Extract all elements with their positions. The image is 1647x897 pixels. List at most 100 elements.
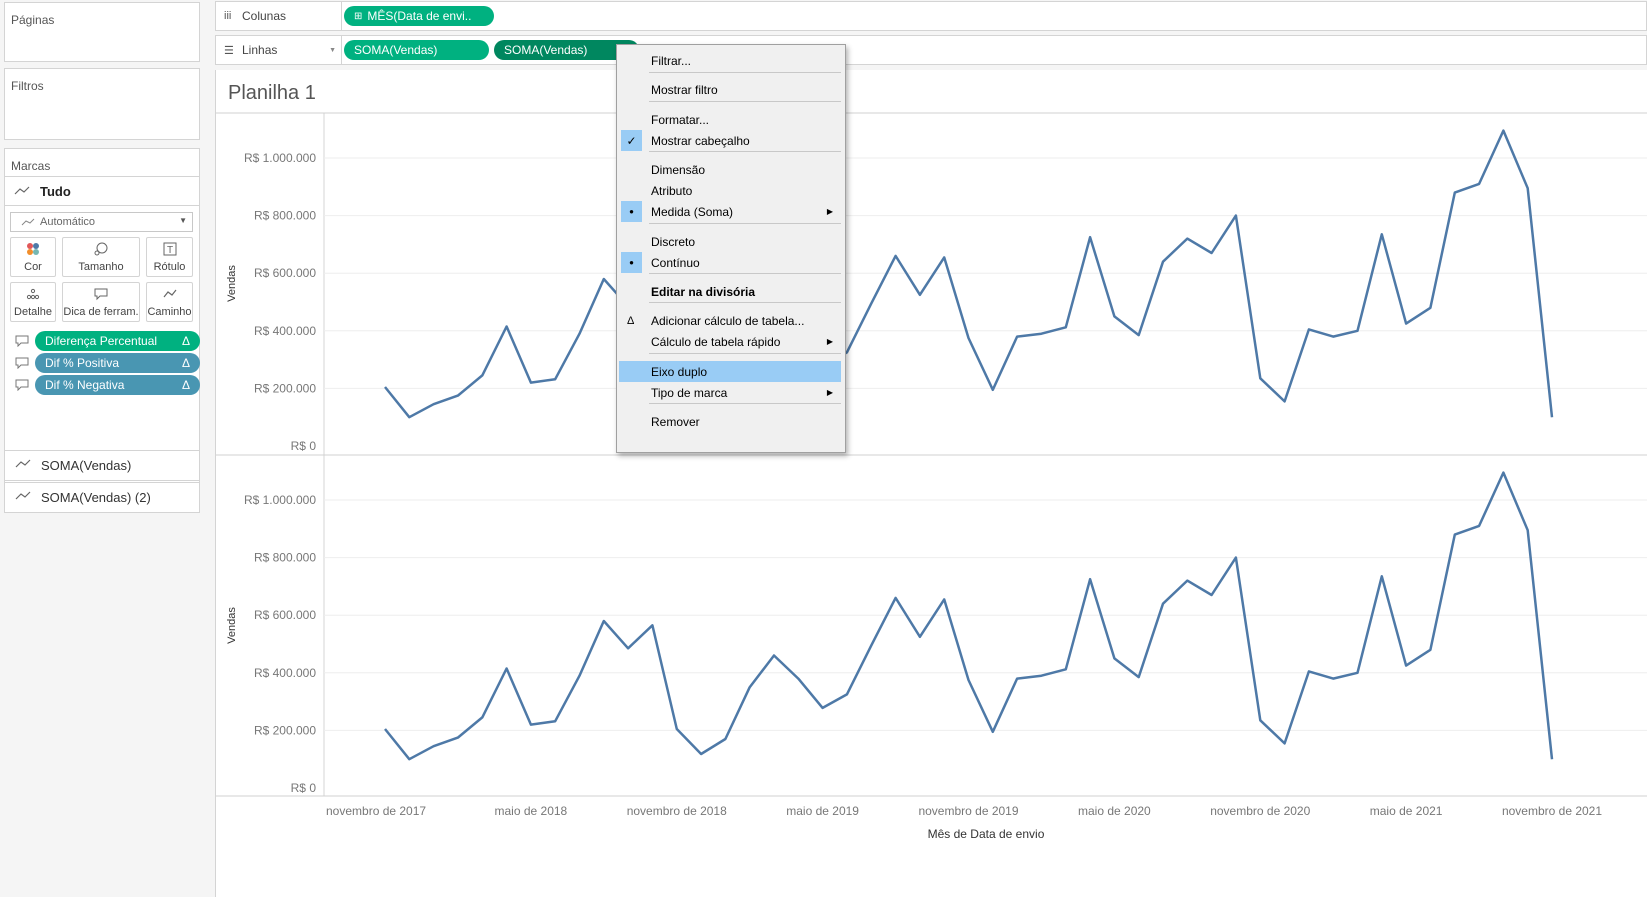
radio-dot-icon: ●: [621, 201, 642, 222]
menu-item[interactable]: ● Medida (Soma) ▶: [619, 201, 841, 222]
marks-all-card[interactable]: Tudo: [4, 176, 200, 206]
menu-separator: [649, 223, 841, 224]
menu-item-label: Mostrar cabeçalho: [651, 133, 750, 148]
y-axis-label: Vendas: [226, 607, 238, 644]
menu-separator: [649, 72, 841, 73]
checkmark-icon: ✓: [621, 130, 642, 151]
menu-separator: [649, 273, 841, 274]
rows-pill-1[interactable]: SOMA(Vendas): [344, 40, 489, 60]
color-button[interactable]: Cor: [10, 237, 56, 277]
submenu-arrow-icon: ▶: [826, 207, 833, 216]
marks-all-label: Tudo: [40, 183, 71, 199]
rows-pill-label: SOMA(Vendas): [504, 43, 588, 57]
mark-type-dropdown[interactable]: Automático ▼: [10, 212, 193, 232]
radio-dot-icon: ●: [621, 252, 642, 273]
y-tick-label: R$ 800.000: [254, 209, 316, 223]
size-button-label: Tamanho: [78, 261, 124, 273]
menu-item[interactable]: ● Contínuo: [619, 252, 841, 273]
menu-item[interactable]: Editar na divisória: [619, 281, 841, 302]
mark-pill[interactable]: Dif % Positiva Δ: [35, 353, 200, 373]
mark-pill-row[interactable]: Diferença Percentual Δ: [15, 331, 200, 351]
menu-item-label: Mostrar filtro: [651, 82, 718, 97]
tooltip-button[interactable]: Dica de ferram.: [62, 282, 140, 322]
measure-card-vendas[interactable]: SOMA(Vendas): [4, 450, 200, 481]
menu-item[interactable]: Tipo de marca ▶: [619, 382, 841, 403]
label-icon: T: [163, 242, 177, 258]
filters-title: Filtros: [11, 79, 44, 93]
line-mark-icon: [14, 186, 30, 195]
y-tick-label: R$ 1.000.000: [244, 493, 316, 507]
mark-pill[interactable]: Dif % Negativa Δ: [35, 375, 200, 395]
y-tick-label: R$ 200.000: [254, 381, 316, 395]
menu-item-label: Adicionar cálculo de tabela...: [651, 313, 805, 328]
menu-item[interactable]: Δ Adicionar cálculo de tabela...: [619, 310, 841, 331]
menu-item[interactable]: Dimensão: [619, 159, 841, 180]
series-line: [384, 471, 1554, 761]
x-tick-label: maio de 2021: [1370, 804, 1443, 818]
y-axis-label: Vendas: [226, 265, 238, 302]
columns-shelf[interactable]: iii Colunas ⊞ MÊS(Data de envi..: [215, 1, 1647, 31]
rows-shelf[interactable]: ☰ Linhas ▼ SOMA(Vendas) SOMA(Vendas): [215, 35, 1647, 65]
line-chart[interactable]: R$ 0 R$ 200.000 R$ 400.000 R$ 600.000 R$ 800…: [216, 70, 1647, 897]
menu-separator: [649, 151, 841, 152]
tooltip-icon: [15, 334, 29, 350]
worksheet-view[interactable]: Planilha 1 R$ 0 R$ 200.000 R$ 400.000 R$ 60…: [215, 70, 1647, 897]
path-button[interactable]: Caminho: [146, 282, 193, 322]
menu-item-label: Discreto: [651, 234, 696, 249]
pages-title: Páginas: [11, 13, 55, 27]
menu-item[interactable]: Atributo: [619, 180, 841, 201]
menu-separator: [649, 403, 841, 404]
submenu-arrow-icon: ▶: [826, 388, 833, 397]
line-mark-icon: [21, 218, 35, 225]
tooltip-button-label: Dica de ferram.: [63, 306, 139, 318]
menu-item[interactable]: ✓ Mostrar cabeçalho: [619, 130, 841, 151]
mark-type-value: Automático: [40, 216, 96, 228]
mark-pill-row[interactable]: Dif % Negativa Δ: [15, 375, 200, 395]
context-menu: Filtrar... Mostrar filtro Formatar... ✓ Most…: [616, 44, 846, 453]
menu-item-label: Cálculo de tabela rápido: [651, 334, 781, 349]
size-icon: [94, 242, 108, 258]
measure-card-label: SOMA(Vendas) (2): [41, 490, 151, 505]
delta-icon: Δ: [627, 314, 635, 327]
detail-icon: [26, 287, 40, 303]
mark-pill-row[interactable]: Dif % Positiva Δ: [15, 353, 200, 373]
menu-item-label: Contínuo: [651, 255, 700, 270]
menu-item-label: Dimensão: [651, 162, 706, 177]
menu-item-label: Formatar...: [651, 112, 710, 127]
menu-item[interactable]: Discreto: [619, 231, 841, 252]
chevron-down-icon: ▼: [179, 216, 187, 225]
mark-pill-label: Dif % Negativa: [45, 378, 125, 392]
menu-item[interactable]: Formatar...: [619, 109, 841, 130]
marks-title: Marcas: [11, 159, 51, 173]
menu-separator: [649, 353, 841, 354]
expand-icon: ⊞: [354, 10, 363, 22]
chevron-down-icon: ▼: [329, 46, 336, 54]
label-button[interactable]: T Rótulo: [146, 237, 193, 277]
y-tick-label: R$ 0: [291, 781, 317, 795]
rows-pill-label: SOMA(Vendas): [354, 43, 438, 57]
line-mark-icon: [15, 459, 31, 472]
columns-icon: iii: [224, 10, 232, 22]
columns-label: Colunas: [242, 9, 287, 23]
columns-pill-label: MÊS(Data de envi..: [367, 9, 472, 23]
submenu-arrow-icon: ▶: [826, 337, 833, 346]
rows-label: Linhas: [242, 43, 278, 57]
svg-text:T: T: [166, 245, 172, 256]
menu-item[interactable]: Filtrar...: [619, 50, 841, 71]
menu-item[interactable]: Remover: [619, 411, 841, 432]
menu-item-label: Eixo duplo: [651, 364, 708, 379]
detail-button[interactable]: Detalhe: [10, 282, 56, 322]
pages-panel[interactable]: Páginas: [4, 2, 200, 62]
y-tick-label: R$ 1.000.000: [244, 151, 316, 165]
menu-item[interactable]: Cálculo de tabela rápido ▶: [619, 331, 841, 352]
mark-pill-label: Dif % Positiva: [45, 356, 120, 370]
size-button[interactable]: Tamanho: [62, 237, 140, 277]
filters-panel[interactable]: Filtros: [4, 68, 200, 140]
menu-item[interactable]: Mostrar filtro: [619, 79, 841, 100]
mark-pill[interactable]: Diferença Percentual Δ: [35, 331, 200, 351]
columns-pill[interactable]: ⊞ MÊS(Data de envi..: [344, 6, 494, 26]
measure-card-vendas-2[interactable]: SOMA(Vendas) (2): [4, 482, 200, 513]
menu-item[interactable]: Eixo duplo: [619, 361, 841, 382]
x-tick-label: novembro de 2017: [326, 804, 426, 818]
menu-item-label: Atributo: [651, 183, 693, 198]
